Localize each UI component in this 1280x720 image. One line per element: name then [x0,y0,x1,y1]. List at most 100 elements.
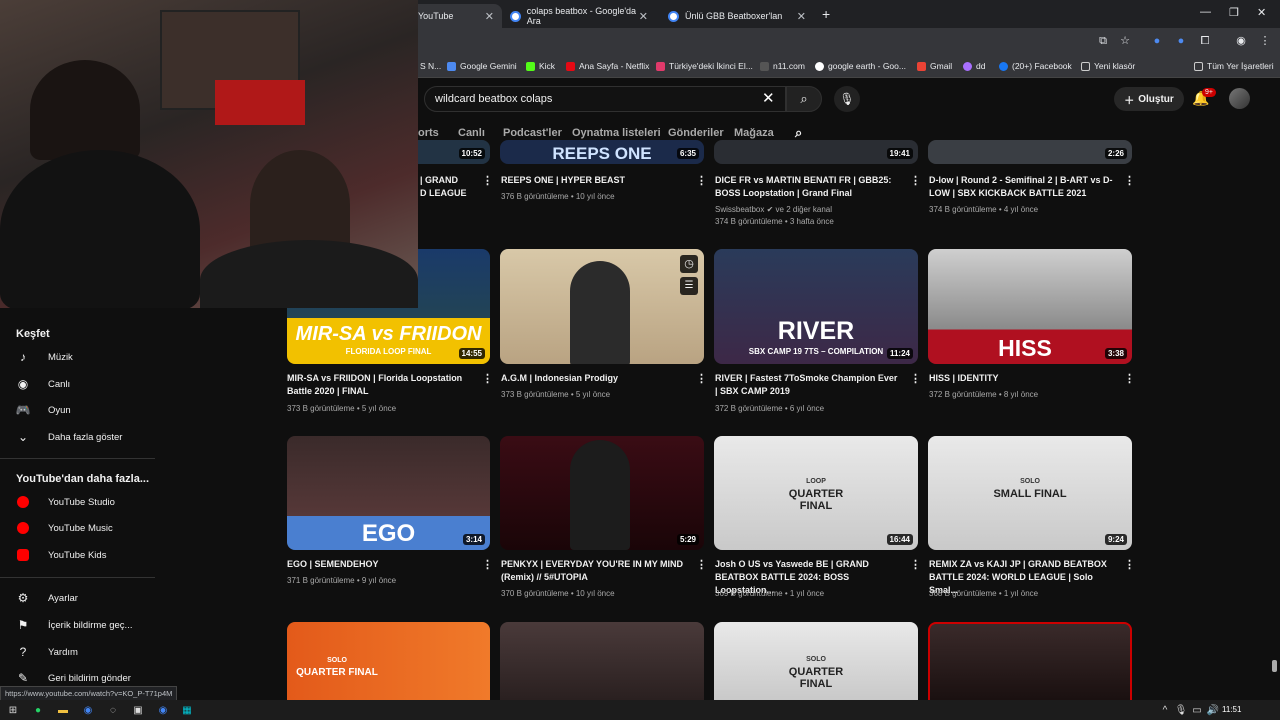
chip-podcasts[interactable]: Podcast'ler [503,127,562,139]
video-title[interactable]: EGO | SEMENDEHOY [287,558,472,571]
create-button[interactable]: ＋ Oluştur [1114,87,1184,111]
star-icon[interactable]: ☆ [1118,34,1132,48]
more-options-icon[interactable]: ⋮ [482,558,493,571]
maximize-icon[interactable]: ❐ [1229,6,1239,19]
bookmark-item[interactable]: Gmail [917,61,952,71]
more-options-icon[interactable]: ⋮ [696,174,707,187]
whatsapp-icon[interactable]: ● [31,703,45,717]
video-thumbnail[interactable]: EGO 3:14 [287,436,490,550]
channel-name[interactable]: Swissbeatbox ✔ ve 2 diğer kanal [715,204,832,216]
video-title[interactable]: | GRAND D LEAGUE [420,174,480,200]
more-options-icon[interactable]: ⋮ [1124,174,1135,187]
video-thumbnail[interactable]: ◷ ☰ [500,249,704,364]
chevron-up-icon[interactable]: ^ [1158,703,1172,717]
puzzle-icon[interactable]: ⧠ [1198,34,1212,48]
more-options-icon[interactable]: ⋮ [910,372,921,385]
bookmark-item[interactable]: Kick [526,61,555,71]
sidebar-item-help[interactable]: ? Yardım [16,645,78,659]
video-thumbnail[interactable]: SOLO QUARTER FINAL [714,622,918,700]
chip-shorts[interactable]: orts [418,127,439,139]
app-icon[interactable]: ◌ [106,703,120,717]
search-icon[interactable]: ⌕ [795,125,802,141]
microphone-icon[interactable]: 🎙 [1174,703,1188,717]
sidebar-item-live[interactable]: ◉ Canlı [16,377,70,391]
more-options-icon[interactable]: ⋮ [1124,558,1135,571]
app-icon[interactable]: ▣ [131,703,145,717]
watch-later-icon[interactable]: ◷ [680,255,698,273]
bookmark-item[interactable]: dd [963,61,985,71]
more-options-icon[interactable]: ⋮ [482,174,493,187]
minimize-icon[interactable]: — [1200,6,1211,18]
sidebar-item-music-app[interactable]: YouTube Music [16,521,113,535]
video-title[interactable]: A.G.M | Indonesian Prodigy [501,372,686,385]
bookmark-item[interactable]: (20+) Facebook [999,61,1072,71]
video-title[interactable]: REEPS ONE | HYPER BEAST [501,174,686,187]
window-close-icon[interactable]: ✕ [1257,6,1266,19]
more-options-icon[interactable]: ⋮ [910,174,921,187]
video-thumbnail[interactable]: REEPS ONE 6:35 [500,140,704,164]
video-thumbnail[interactable]: LOOP QUARTER FINAL 16:44 [714,436,918,550]
bookmark-item[interactable]: S N... [420,61,441,71]
video-title[interactable]: PENKYX | EVERYDAY YOU'RE IN MY MIND (Rem… [501,558,686,584]
close-icon[interactable]: ✕ [639,10,648,23]
new-tab-button[interactable]: + [822,6,830,22]
install-icon[interactable]: ⧉ [1096,34,1110,48]
bookmark-folder[interactable]: Yeni klasör [1081,61,1135,71]
tab-youtube[interactable]: YouTube ✕ [410,4,502,28]
add-to-queue-icon[interactable]: ☰ [680,277,698,295]
video-thumbnail[interactable]: 19:41 [714,140,918,164]
video-title[interactable]: RIVER | Fastest 7ToSmoke Champion Ever |… [715,372,900,398]
windows-start-icon[interactable]: ⊞ [6,703,20,717]
clock[interactable]: 11:51 [1222,705,1241,714]
more-options-icon[interactable]: ⋮ [910,558,921,571]
clear-search-icon[interactable]: ✕ [762,89,775,107]
close-icon[interactable]: ✕ [797,10,806,23]
video-thumbnail[interactable] [500,622,704,700]
close-icon[interactable]: ✕ [485,10,494,23]
network-icon[interactable]: ▭ [1190,703,1204,717]
voice-search-button[interactable]: 🎙 [834,86,860,112]
search-button[interactable]: ⌕ [786,86,822,112]
chrome-icon[interactable]: ◉ [81,703,95,717]
video-thumbnail[interactable]: RIVER SBX CAMP 19 7TS – COMPILATION 11:2… [714,249,918,364]
chip-live[interactable]: Canlı [458,127,485,139]
video-thumbnail[interactable]: SOLO SMALL FINAL 9:24 [928,436,1132,550]
video-thumbnail[interactable] [928,622,1132,700]
bookmark-item[interactable]: google earth - Goo... [815,61,906,71]
sidebar-item-feedback[interactable]: ✎ Geri bildirim gönder [16,671,131,685]
app-icon[interactable]: ▦ [180,703,194,717]
video-title[interactable]: D-low | Round 2 - Semifinal 2 | B-ART vs… [929,174,1114,200]
more-options-icon[interactable]: ⋮ [696,372,707,385]
video-title[interactable]: DICE FR vs MARTIN BENATI FR | GBB25: BOS… [715,174,900,200]
scrollbar[interactable] [1272,660,1277,672]
tab-google-search[interactable]: colaps beatbox - Google'da Ara ✕ [502,4,656,28]
video-title[interactable]: MIR-SA vs FRIIDON | Florida Loopstation … [287,372,472,398]
video-thumbnail[interactable]: 5:29 [500,436,704,550]
video-thumbnail[interactable]: SOLO QUARTER FINAL [287,622,490,700]
bookmark-item[interactable]: Google Gemini [447,61,517,71]
bookmark-item[interactable]: n11.com [760,61,805,71]
profile-icon[interactable]: ◉ [1234,34,1248,48]
sidebar-item-kids[interactable]: YouTube Kids [16,548,106,562]
video-thumbnail[interactable]: HISS 3:38 [928,249,1132,364]
sidebar-item-gaming[interactable]: 🎮 Oyun [16,403,71,417]
sidebar-item-music[interactable]: ♪ Müzik [16,350,73,364]
more-options-icon[interactable]: ⋮ [696,558,707,571]
folder-icon[interactable]: ▬ [56,703,70,717]
bookmark-item[interactable]: Türkiye'deki İkinci El... [656,61,753,71]
sidebar-item-report[interactable]: ⚑ İçerik bildirme geç... [16,618,133,632]
chip-playlists[interactable]: Oynatma listeleri [572,127,661,139]
more-options-icon[interactable]: ⋮ [1124,372,1135,385]
chip-posts[interactable]: Gönderiler [668,127,724,139]
bookmark-item[interactable]: Ana Sayfa - Netflix [566,61,649,71]
sidebar-item-settings[interactable]: ⚙ Ayarlar [16,591,78,605]
all-bookmarks[interactable]: Tüm Yer İşaretleri [1194,61,1274,71]
menu-icon[interactable]: ⋮ [1258,34,1272,48]
tab-gbb-beatboxers[interactable]: Ünlü GBB Beatboxer'lan ✕ [660,4,814,28]
search-input[interactable]: wildcard beatbox colaps [424,86,786,112]
video-title[interactable]: HISS | IDENTITY [929,372,1114,385]
chrome-icon[interactable]: ◉ [156,703,170,717]
extension-icon[interactable]: ● [1150,34,1164,48]
volume-icon[interactable]: 🔊 [1206,703,1220,717]
extension-icon[interactable]: ● [1174,34,1188,48]
